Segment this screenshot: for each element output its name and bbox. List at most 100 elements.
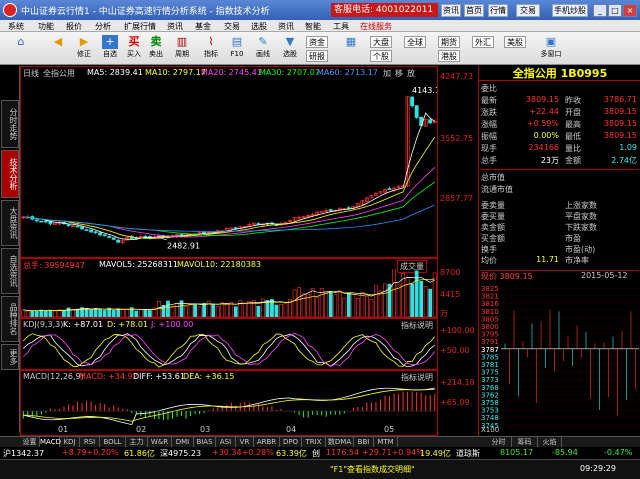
volume-bar xyxy=(297,287,301,317)
multiwindow-tool[interactable]: ▣ 多窗口 xyxy=(536,34,566,63)
menu-ext-quote[interactable]: 扩展行情 xyxy=(124,21,156,32)
macd-axis-top: +214.18 xyxy=(440,378,475,387)
global-dropdown[interactable]: 全球 xyxy=(404,36,426,48)
cy-index[interactable]: 创 xyxy=(312,448,320,459)
menu-fund[interactable]: 基金 xyxy=(195,21,211,32)
total-cap-row: 总市值 xyxy=(481,169,639,182)
sz-index[interactable]: 深4975.23 xyxy=(160,448,201,459)
volume-bar xyxy=(157,300,161,317)
ma5-line xyxy=(23,112,435,240)
candle-body xyxy=(419,116,424,126)
fix-tool[interactable]: ▶ 修正 xyxy=(72,34,96,63)
menu-function[interactable]: 功能 xyxy=(38,21,54,32)
futures-dropdown[interactable]: 期货 xyxy=(438,36,460,48)
ma30-line xyxy=(23,181,435,236)
kline-pane[interactable]: 日线 全指公用 MA5: 2839.41 MA10: 2797.17 MA20:… xyxy=(20,66,438,258)
volume-bar xyxy=(428,288,433,317)
tab-more[interactable]: 更多 xyxy=(1,344,19,370)
back-arrow-icon: ◀ xyxy=(53,35,63,48)
capital-dropdown[interactable]: 资金 xyxy=(306,36,328,48)
trade-button[interactable]: 交易 xyxy=(516,4,540,17)
index-dropdown[interactable]: 大盘 xyxy=(370,36,392,48)
menu-quote[interactable]: 报价 xyxy=(66,21,82,32)
home-button[interactable]: 首页 xyxy=(464,4,484,17)
volume-bar xyxy=(202,302,207,317)
volume-bar xyxy=(256,305,261,317)
volume-pane[interactable]: 总手: 39594947 MAVOL5: 25268311 MAVOL10: 2… xyxy=(20,258,438,318)
volume-bar xyxy=(337,290,342,317)
volume-bar xyxy=(197,306,202,317)
volume-bar xyxy=(220,302,225,317)
maximize-icon[interactable]: □ xyxy=(608,4,622,17)
menu-online[interactable]: 在线服务 xyxy=(360,21,392,32)
grid-tool[interactable]: ▦ xyxy=(339,34,363,63)
sell-tool[interactable]: 卖卖出 xyxy=(146,34,166,63)
hotline-banner[interactable]: 客服电话: 4001022011 xyxy=(331,3,438,17)
candle-body xyxy=(428,119,433,124)
ma10-label: MA10: 2797.17 xyxy=(145,68,206,77)
mobile-button[interactable]: 手机炒股 xyxy=(552,4,588,17)
tab-market-news[interactable]: 大盘资讯 xyxy=(1,200,19,246)
tab-ranking[interactable]: 品种排名 xyxy=(1,296,19,342)
news-button[interactable]: 资讯 xyxy=(441,4,461,17)
tab-intraday[interactable]: 分时走势 xyxy=(1,100,19,148)
menu-trade[interactable]: 交易 xyxy=(224,21,240,32)
menu-news[interactable]: 资讯 xyxy=(167,21,183,32)
candle-body xyxy=(179,234,184,236)
back-tool[interactable]: ◀ xyxy=(46,34,70,63)
ma30-label: MA30: 2707.07 xyxy=(259,68,320,77)
dj-name[interactable]: 道琼斯 xyxy=(456,448,480,459)
macd-pane[interactable]: MACD(12,26,9) MACD: +34.92 DIFF: +53.61 … xyxy=(20,370,438,436)
volume-bar xyxy=(21,309,26,317)
volume-bar xyxy=(423,286,428,317)
kdj-axis-top: +100.00 xyxy=(440,326,475,335)
volume-bar xyxy=(184,306,188,317)
candle-body xyxy=(80,226,84,230)
sz-change: +30.34+0.28% xyxy=(212,448,274,457)
draw-tool[interactable]: ✎ 画线 xyxy=(251,34,275,63)
kdj-chart xyxy=(22,332,436,368)
menu-smart[interactable]: 智能 xyxy=(305,21,321,32)
home-tool[interactable]: ⌂ xyxy=(4,34,38,63)
hk-dropdown[interactable]: 港股 xyxy=(438,50,460,62)
close-icon[interactable]: × xyxy=(623,4,637,17)
watchlist-icon: + xyxy=(102,35,118,49)
period-tool[interactable]: ▥ 周期 xyxy=(168,34,196,63)
watchlist-tool[interactable]: + 自选 xyxy=(98,34,122,63)
home-icon: ⌂ xyxy=(17,35,25,48)
menu-system[interactable]: 系统 xyxy=(8,21,24,32)
sh-index[interactable]: 沪1342.37 xyxy=(3,448,44,459)
ladder-current: 3787 xyxy=(481,346,499,354)
menu-analysis[interactable]: 分析 xyxy=(95,21,111,32)
x-tick-01: 01 xyxy=(58,425,69,434)
app-window: 中山证券云行情1 - 中山证券高速行情分析系统 - 指数技术分析 客服电话: 4… xyxy=(0,0,640,479)
tab-technical[interactable]: 技术分析 xyxy=(1,150,19,198)
kdj-pane[interactable]: KDJ(9,3,3) K: +87.01 D: +78.01 J: +100.0… xyxy=(20,318,438,370)
kdj-name: KDJ(9,3,3) xyxy=(23,320,64,329)
menu-stock-pick[interactable]: 选股 xyxy=(251,21,267,32)
volume-bar xyxy=(43,310,48,317)
volume-bar xyxy=(229,302,234,317)
volume-bar xyxy=(360,291,365,317)
volume-bar xyxy=(369,299,374,317)
volume-bar xyxy=(432,272,437,317)
f10-tool[interactable]: ▤ F10 xyxy=(226,34,248,63)
menu-info[interactable]: 资讯 xyxy=(278,21,294,32)
quote-row: 振幅 0.00% 最低 3809.15 xyxy=(481,131,637,141)
x-tick-02: 02 xyxy=(136,425,147,434)
us-stock-dropdown[interactable]: 美股 xyxy=(504,36,526,48)
stock-pick-tool[interactable]: ▼ 选股 xyxy=(278,34,302,63)
volume-bar xyxy=(378,290,383,317)
minimize-icon[interactable]: _ xyxy=(593,4,607,17)
research-dropdown[interactable]: 研报 xyxy=(306,50,328,62)
quotes-button[interactable]: 行情 xyxy=(488,4,508,17)
forex-dropdown[interactable]: 外汇 xyxy=(472,36,494,48)
indicator-tool[interactable]: ⌇ 指标 xyxy=(199,34,223,63)
menu-tools[interactable]: 工具 xyxy=(333,21,349,32)
buy-tool[interactable]: 买买入 xyxy=(124,34,144,63)
grid-icon: ▦ xyxy=(345,35,357,48)
indicator-icon: ⌇ xyxy=(208,35,214,48)
stock-dropdown[interactable]: 个股 xyxy=(370,50,392,62)
tab-watch-news[interactable]: 自选资讯 xyxy=(1,248,19,294)
candle-body xyxy=(98,232,103,236)
